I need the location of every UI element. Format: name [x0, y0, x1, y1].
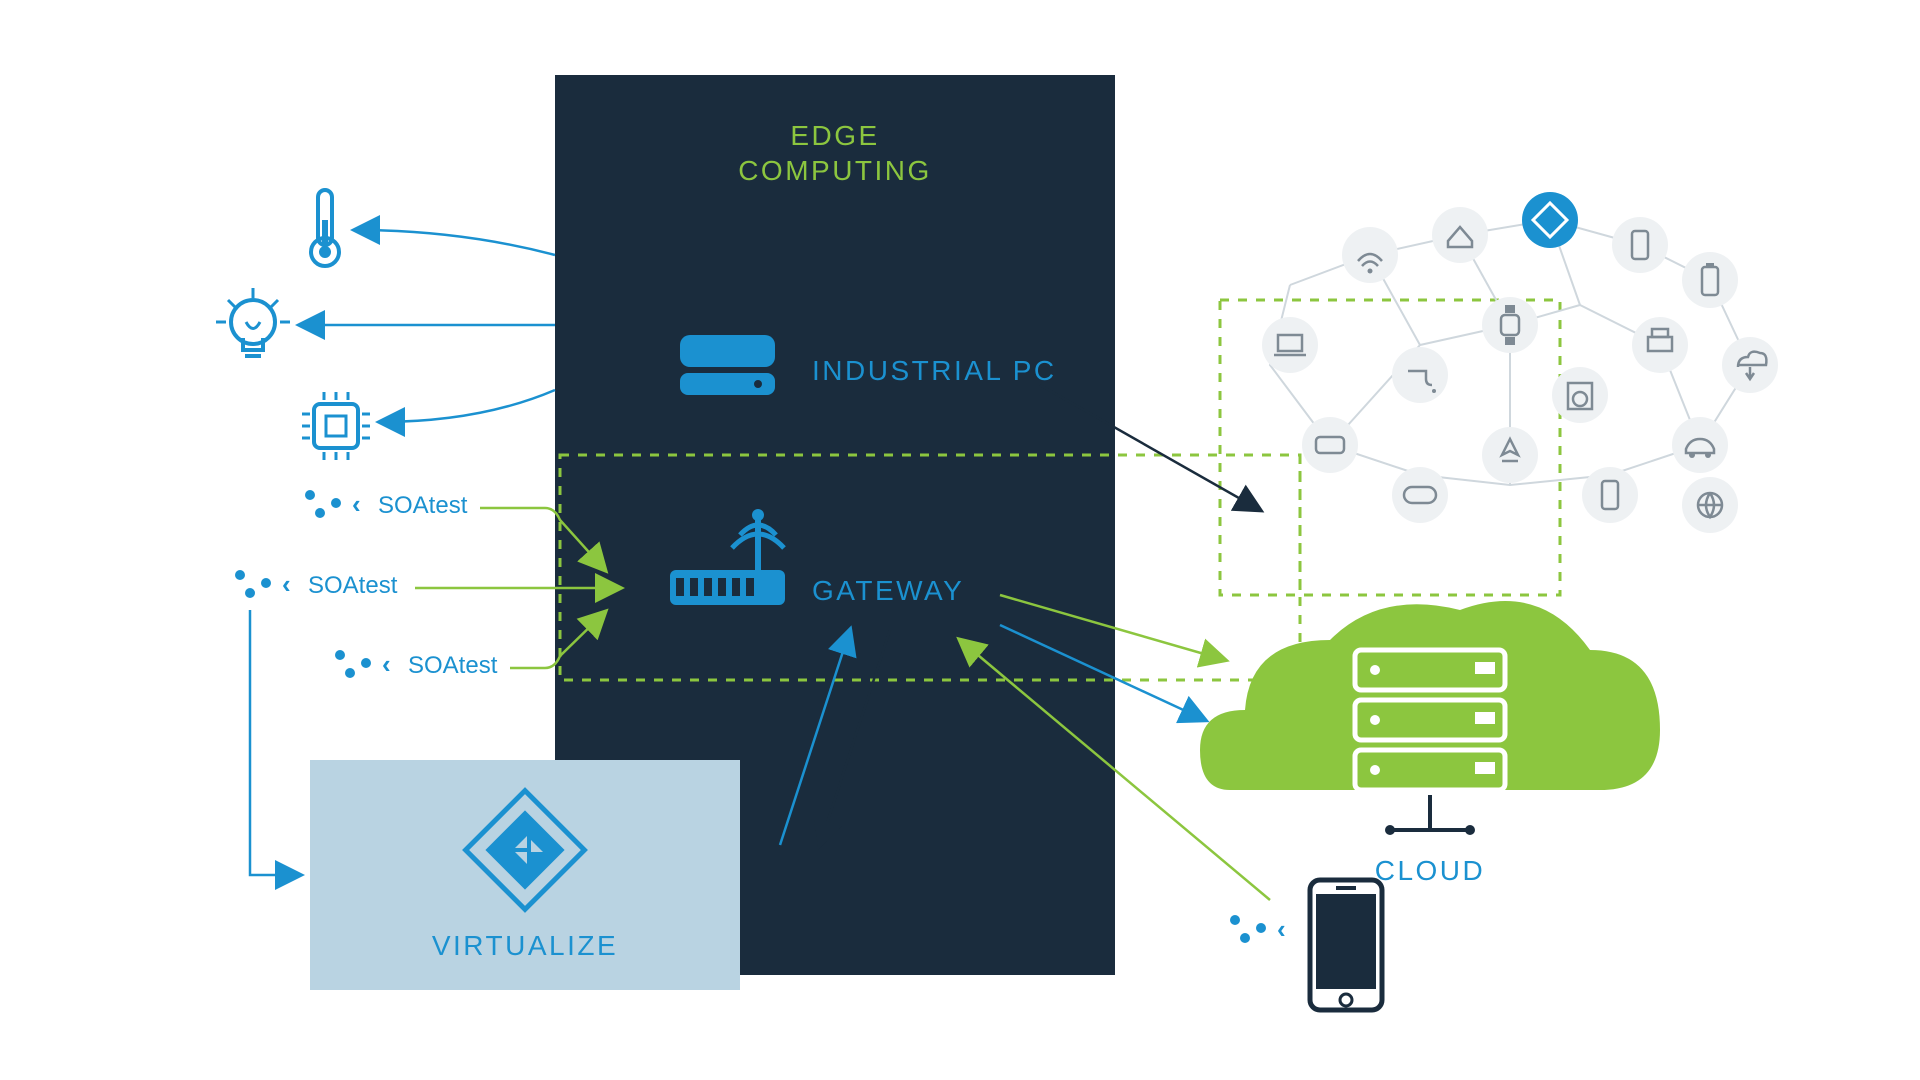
arrow-soatest-to-virtualize: [250, 610, 300, 875]
arrow-to-chip: [380, 390, 555, 422]
soatest-item-1: ‹ SOAtest: [305, 489, 468, 519]
edge-title-2: COMPUTING: [738, 155, 932, 186]
node-console-icon: [1302, 417, 1358, 473]
architecture-diagram: EDGE COMPUTING INDUSTRIAL PC GATEWAY: [0, 0, 1920, 1080]
chip-icon: [302, 392, 370, 460]
soatest-label-3: SOAtest: [408, 652, 498, 679]
virtualize-label: VIRTUALIZE: [432, 930, 618, 961]
node-diamond-icon: [1522, 192, 1578, 248]
gateway-label: GATEWAY: [812, 575, 964, 606]
cloud-shape-icon: [1200, 601, 1660, 790]
node-gamepad-icon: [1392, 467, 1448, 523]
node-battery-icon: [1682, 252, 1738, 308]
node-home-icon: [1432, 207, 1488, 263]
soatest-item-2: ‹ SOAtest: [235, 569, 398, 599]
arrow-to-thermometer: [355, 230, 555, 255]
svg-text:‹: ‹: [352, 489, 361, 519]
soatest-label-1: SOAtest: [378, 492, 468, 519]
node-globe-icon: [1682, 477, 1738, 533]
svg-text:‹: ‹: [282, 569, 291, 599]
node-printer-icon: [1632, 317, 1688, 373]
industrial-pc-icon: [680, 335, 775, 395]
soatest-item-3: ‹ SOAtest: [335, 649, 498, 679]
node-cloud-download-icon: [1722, 337, 1778, 393]
node-watch-icon: [1482, 297, 1538, 353]
thermometer-icon: [311, 190, 339, 266]
lightbulb-icon: [216, 288, 290, 356]
edge-title-1: EDGE: [790, 120, 879, 151]
cloud-group: [1200, 601, 1660, 835]
node-washer-icon: [1552, 367, 1608, 423]
svg-text:‹: ‹: [1277, 914, 1286, 944]
soatest-dots-phone: ‹: [1230, 914, 1286, 944]
node-car-icon: [1672, 417, 1728, 473]
svg-text:‹: ‹: [382, 649, 391, 679]
node-laptop-icon: [1262, 317, 1318, 373]
node-phone2-icon: [1582, 467, 1638, 523]
iot-mesh: [1262, 192, 1778, 533]
node-phone-icon: [1612, 217, 1668, 273]
cloud-label: CLOUD: [1375, 855, 1486, 886]
industrial-pc-label: INDUSTRIAL PC: [812, 355, 1057, 386]
node-wifi-icon: [1342, 227, 1398, 283]
node-faucet-icon: [1392, 347, 1448, 403]
soatest-label-2: SOAtest: [308, 572, 398, 599]
smartphone-icon: [1310, 880, 1382, 1010]
node-plane-icon: [1482, 427, 1538, 483]
